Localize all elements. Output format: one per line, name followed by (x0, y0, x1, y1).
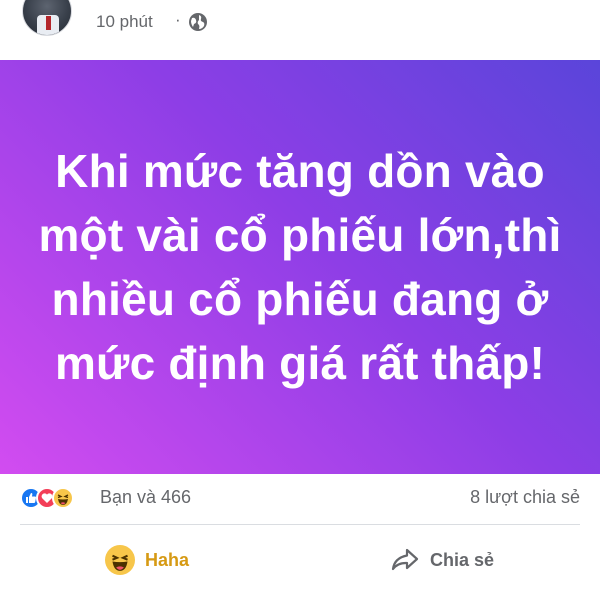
post-background: Khi mức tăng dồn vào một vài cổ phiếu lớ… (0, 60, 600, 474)
haha-label: Haha (145, 549, 190, 570)
share-label: Chia sẻ (430, 549, 495, 570)
avatar-tie (46, 16, 51, 30)
reaction-icons[interactable] (20, 487, 100, 509)
post-actions: Haha Chia sẻ (0, 530, 600, 590)
divider (20, 524, 580, 525)
avatar[interactable] (22, 0, 72, 36)
haha-icon (105, 545, 135, 575)
share-icon (391, 548, 419, 571)
post-timestamp[interactable]: 10 phút (96, 12, 153, 32)
post-text: Khi mức tăng dồn vào một vài cổ phiếu lớ… (38, 145, 562, 389)
reaction-summary: Bạn và 466 8 lượt chia sẻ (0, 474, 600, 520)
meta-separator: · (175, 10, 181, 29)
post-header: 10 phút · (0, 0, 600, 52)
reaction-count[interactable]: Bạn và 466 (100, 487, 191, 508)
globe-icon (189, 13, 207, 31)
share-button[interactable]: Chia sẻ (390, 538, 494, 582)
share-count[interactable]: 8 lượt chia sẻ (470, 487, 580, 508)
haha-reaction-button[interactable]: Haha (105, 538, 189, 582)
haha-icon (52, 487, 74, 509)
